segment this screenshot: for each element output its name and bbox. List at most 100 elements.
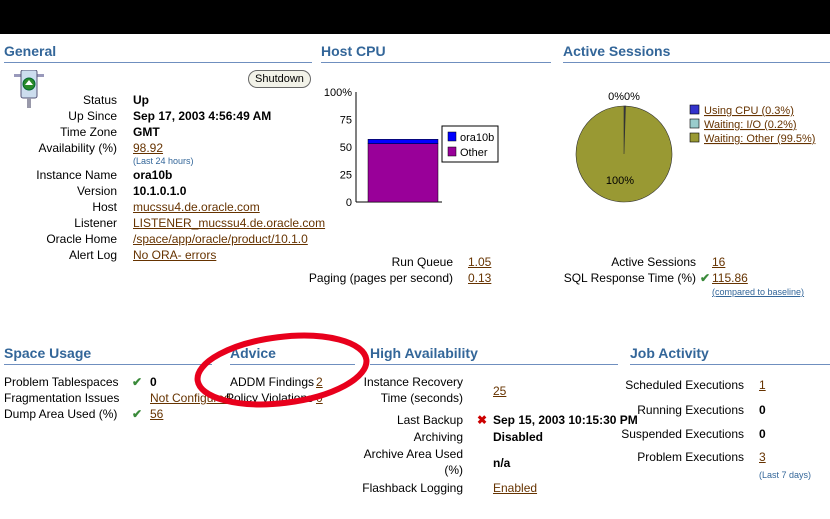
oracle-home-link[interactable]: /space/app/oracle/product/10.1.0 [133,232,308,246]
pie-slice [575,105,673,203]
active-sessions-chart: 0%0% 100% Using CPU (0.3%) Waiting: I/O (0.… [575,91,815,203]
legend-link[interactable]: Waiting: Other (99.5%) [704,133,815,145]
host-cpu-chart: 100% 75 50 25 0 ora10b Other [324,87,499,209]
runqueue-link[interactable]: 1.05 [468,255,491,269]
instance-value: ora10b [133,168,173,182]
host-label: Host [92,200,117,214]
check-icon: ✔ [700,271,711,285]
dump-area-label: Dump Area Used (%) [4,407,118,421]
flashback-label: Flashback Logging [362,481,463,495]
instance-label: Instance Name [36,168,117,182]
legend-link[interactable]: Waiting: I/O (0.2%) [704,119,797,131]
scheduled-link[interactable]: 1 [759,378,766,392]
pie-small-labels: 0%0% [608,91,640,103]
timezone-value: GMT [133,125,160,139]
recovery-link[interactable]: 25 [493,384,506,398]
running-value: 0 [759,403,766,417]
space-usage-divider [4,364,212,365]
check-icon: ✔ [132,407,143,421]
problem-executions-label: Problem Executions [637,450,744,464]
last-backup-label: Last Backup [396,413,463,427]
oracle-home-label: Oracle Home [46,232,117,246]
legend-label: Other [460,147,488,159]
sessions-legend: Using CPU (0.3%) Waiting: I/O (0.2%) Waiti… [689,104,815,145]
job-activity-note: (Last 7 days) [759,470,812,480]
last-backup-value: Sep 15, 2003 10:15:30 PM [493,413,638,427]
listener-label: Listener [74,216,117,230]
runqueue-label: Run Queue [391,255,453,269]
y-tick-label: 75 [340,115,352,127]
paging-link[interactable]: 0.13 [468,271,491,285]
flashback-link[interactable]: Enabled [493,481,537,495]
cpu-bar-other [367,143,439,203]
version-label: Version [76,184,117,198]
active-sessions-divider [563,62,830,63]
host-cpu-divider [321,62,551,63]
y-tick-label: 100% [324,87,352,99]
listener-link[interactable]: LISTENER_mucssu4.de.oracle.com [133,216,325,230]
database-home-panel: General Shutdown Status Up Up Since Sep … [0,34,830,519]
shutdown-button[interactable]: Shutdown [248,70,311,88]
archiving-value: Disabled [493,430,544,444]
general-divider [4,62,312,63]
paging-label: Paging (pages per second) [308,271,453,285]
space-usage-header: Space Usage [4,345,92,361]
job-activity-divider [630,364,830,365]
dump-area-link[interactable]: 56 [150,407,163,421]
high-availability-header: High Availability [370,345,478,361]
error-x-icon: ✖ [477,413,488,427]
fragmentation-label: Fragmentation Issues [4,391,120,405]
scheduled-label: Scheduled Executions [625,378,744,392]
archive-area-value: n/a [493,456,511,470]
host-link[interactable]: mucssu4.de.oracle.com [133,200,260,214]
sql-response-link[interactable]: 115.86 [712,271,748,285]
upsince-value: Sep 17, 2003 4:56:49 AM [133,109,272,123]
status-label: Status [82,93,117,107]
sql-baseline-link[interactable]: (compared to baseline) [712,287,804,297]
timezone-label: Time Zone [60,125,117,139]
highlight-ellipse [194,332,370,408]
archive-area-label-1: Archive Area Used [363,447,463,461]
active-sessions-label: Active Sessions [611,255,696,269]
active-sessions-header: Active Sessions [563,43,671,59]
legend-link[interactable]: Using CPU (0.3%) [704,105,794,117]
problem-tablespaces-label: Problem Tablespaces [4,375,119,389]
legend-swatch [689,118,700,129]
legend-swatch [689,104,700,115]
cpu-bar-ora10b [367,139,439,144]
legend-label: ora10b [460,132,494,144]
recovery-label-1: Instance Recovery [363,375,463,389]
alertlog-label: Alert Log [68,248,117,262]
upsince-label: Up Since [68,109,117,123]
version-value: 10.1.0.1.0 [133,184,187,198]
y-tick-label: 0 [346,197,352,209]
job-activity-header: Job Activity [630,345,709,361]
active-sessions-link[interactable]: 16 [712,255,725,269]
suspended-value: 0 [759,427,766,441]
archiving-label: Archiving [413,430,463,444]
host-cpu-header: Host CPU [321,43,386,59]
y-tick-label: 25 [340,170,352,182]
status-value: Up [133,93,149,107]
recovery-label-2: Time (seconds) [380,391,463,405]
check-icon: ✔ [132,375,143,389]
problem-tablespaces-value: 0 [150,375,157,389]
legend-swatch [447,131,457,142]
general-header: General [4,43,57,59]
availability-label: Availability (%) [38,141,117,155]
availability-note: (Last 24 hours) [133,156,194,166]
alertlog-link[interactable]: No ORA- errors [133,248,216,262]
high-availability-divider [370,364,618,365]
problem-executions-link[interactable]: 3 [759,450,766,464]
y-tick-label: 50 [340,142,352,154]
sql-response-label: SQL Response Time (%) [563,271,696,285]
legend-swatch [447,146,457,157]
suspended-label: Suspended Executions [621,427,744,441]
legend-swatch [689,132,700,143]
cpu-legend: ora10b Other [441,125,499,163]
pie-main-label: 100% [606,175,634,187]
running-label: Running Executions [637,403,744,417]
archive-area-label-2: (%) [444,463,463,477]
availability-link[interactable]: 98.92 [133,141,163,155]
database-status-icon [12,69,46,108]
